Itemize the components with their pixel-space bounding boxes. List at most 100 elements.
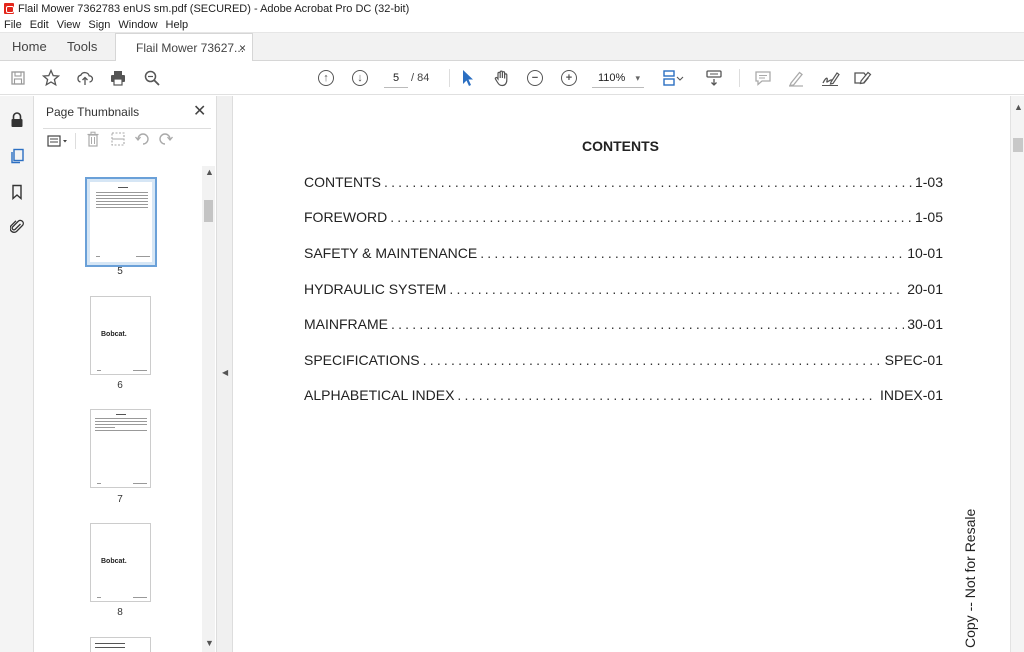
toc-entry-label: ALPHABETICAL INDEX — [304, 387, 455, 403]
thumbnail-options-icon[interactable] — [47, 134, 69, 148]
thumbnails-toolbar — [43, 128, 211, 152]
thumbnail-text-line — [95, 647, 125, 648]
page-number-input[interactable]: 5 — [384, 68, 408, 88]
toc-leader-dots: ........................................… — [422, 352, 882, 368]
toc-entry[interactable]: HYDRAULIC SYSTEM .......................… — [304, 281, 943, 299]
page-thumbnail[interactable]: Bobcat. — [90, 296, 151, 375]
extract-pages-icon[interactable] — [110, 131, 126, 150]
document-scroll-handle[interactable] — [1013, 138, 1023, 152]
thumbnails-scrollbar[interactable]: ▲ ▼ — [202, 166, 215, 652]
next-page-icon[interactable]: ↓ — [352, 67, 368, 89]
watermark: Copy -- Not for Resale — [962, 498, 982, 648]
rotate-ccw-icon[interactable] — [134, 131, 150, 150]
thumbnail-text-line — [95, 424, 147, 425]
thumbnail-text-line — [96, 195, 148, 196]
print-icon[interactable] — [109, 67, 127, 89]
toc-entry-label: FOREWORD — [304, 209, 388, 225]
toolbar-divider — [75, 132, 76, 149]
menu-file[interactable]: File — [4, 19, 22, 31]
zoom-out-icon[interactable]: − — [527, 67, 543, 89]
thumbnail-page-number: 6 — [117, 380, 123, 391]
window-titlebar: Flail Mower 7362783 enUS sm.pdf (SECURED… — [0, 0, 1024, 17]
toc-entry-page: 1-03 — [914, 174, 943, 190]
zoom-select[interactable]: 110% — [592, 68, 644, 88]
toc-leader-dots: ........................................… — [457, 387, 877, 403]
rotate-cw-icon[interactable] — [158, 131, 174, 150]
comment-icon[interactable] — [754, 67, 772, 89]
send-sign-icon[interactable] — [853, 67, 873, 89]
toc-entry-label: MAINFRAME — [304, 316, 388, 332]
thumbnail-text-line — [96, 192, 148, 193]
tab-bar: Home Tools Flail Mower 73627... × — [0, 33, 1024, 62]
hand-tool-icon[interactable] — [493, 67, 511, 89]
upload-cloud-icon[interactable] — [76, 67, 94, 89]
menu-view[interactable]: View — [57, 19, 81, 31]
scroll-up-icon[interactable]: ▲ — [1014, 102, 1023, 112]
close-panel-icon[interactable]: ✕ — [193, 101, 206, 121]
bookmarks-icon[interactable] — [9, 184, 25, 200]
toc-leader-dots: ........................................… — [480, 245, 904, 261]
thumbnail-text-line — [133, 597, 147, 598]
save-icon[interactable] — [10, 67, 26, 89]
tab-home[interactable]: Home — [12, 33, 47, 61]
toc-entry[interactable]: CONTENTS ...............................… — [304, 174, 943, 192]
fill-sign-icon[interactable] — [820, 67, 840, 89]
menu-bar: File Edit View Sign Window Help — [0, 17, 1024, 33]
tab-document-label: Flail Mower 73627... — [136, 41, 245, 55]
acrobat-icon — [4, 3, 14, 14]
delete-page-icon[interactable] — [86, 131, 100, 150]
thumbnail-text-line — [95, 643, 125, 644]
menu-window[interactable]: Window — [118, 19, 157, 31]
page-thumbnails-icon[interactable] — [9, 148, 25, 164]
toc-entry-page: INDEX-01 — [879, 387, 943, 403]
thumbnail-text-line — [96, 201, 148, 202]
menu-edit[interactable]: Edit — [30, 19, 49, 31]
menu-sign[interactable]: Sign — [88, 19, 110, 31]
collapse-panel-icon[interactable]: ◀ — [222, 368, 228, 377]
search-icon[interactable] — [143, 67, 161, 89]
panel-splitter[interactable]: ◀ — [217, 96, 233, 652]
thumbnail-text-line — [96, 256, 100, 257]
thumbnail-text-line — [96, 204, 148, 205]
thumbnail-text-line — [95, 418, 147, 419]
menu-help[interactable]: Help — [166, 19, 189, 31]
zoom-in-icon[interactable]: + — [561, 67, 577, 89]
page-thumbnail[interactable] — [90, 409, 151, 488]
thumbnail-text-line — [118, 187, 128, 188]
thumbnail-text-line — [116, 414, 126, 415]
thumbnail-page-number: 8 — [117, 607, 123, 618]
highlight-pen-icon[interactable] — [787, 67, 805, 89]
page-heading: CONTENTS — [582, 138, 659, 154]
page-thumbnail[interactable] — [85, 177, 157, 267]
scroll-mode-icon[interactable] — [705, 67, 723, 89]
toc-entry[interactable]: SAFETY & MAINTENANCE ...................… — [304, 245, 943, 263]
page-display-icon[interactable] — [662, 67, 684, 89]
scroll-up-icon[interactable]: ▲ — [205, 167, 214, 177]
window-title: Flail Mower 7362783 enUS sm.pdf (SECURED… — [18, 2, 410, 15]
scroll-down-icon[interactable]: ▼ — [205, 638, 214, 648]
bobcat-logo: Bobcat. — [101, 331, 127, 338]
tab-close-icon[interactable]: × — [239, 34, 246, 62]
bookmark-star-icon[interactable] — [42, 67, 60, 89]
toc-entry[interactable]: FOREWORD ...............................… — [304, 209, 943, 227]
document-scrollbar[interactable]: ▲ — [1010, 96, 1024, 652]
thumbnails-scroll-handle[interactable] — [204, 200, 213, 222]
toc-leader-dots: ........................................… — [391, 316, 904, 332]
page-thumbnail[interactable] — [90, 637, 151, 652]
tab-tools[interactable]: Tools — [67, 33, 97, 61]
toc-entry[interactable]: MAINFRAME ..............................… — [304, 316, 943, 334]
lock-icon[interactable] — [9, 112, 25, 128]
previous-page-icon[interactable]: ↑ — [318, 67, 334, 89]
page-total: / 84 — [411, 72, 430, 84]
attachments-paperclip-icon[interactable] — [9, 218, 25, 234]
select-cursor-icon[interactable] — [461, 67, 475, 89]
thumbnail-text-line — [97, 483, 101, 484]
thumbnail-page-preview — [90, 182, 152, 262]
watermark-text: Copy -- Not for Resale — [962, 508, 978, 648]
toc-entry[interactable]: SPECIFICATIONS .........................… — [304, 352, 943, 370]
page-thumbnail[interactable]: Bobcat. — [90, 523, 151, 602]
toc-entry-label: HYDRAULIC SYSTEM — [304, 281, 447, 297]
toc-entry[interactable]: ALPHABETICAL INDEX .....................… — [304, 387, 943, 405]
tab-document[interactable]: Flail Mower 73627... × — [115, 33, 253, 62]
toolbar-divider — [449, 69, 450, 87]
